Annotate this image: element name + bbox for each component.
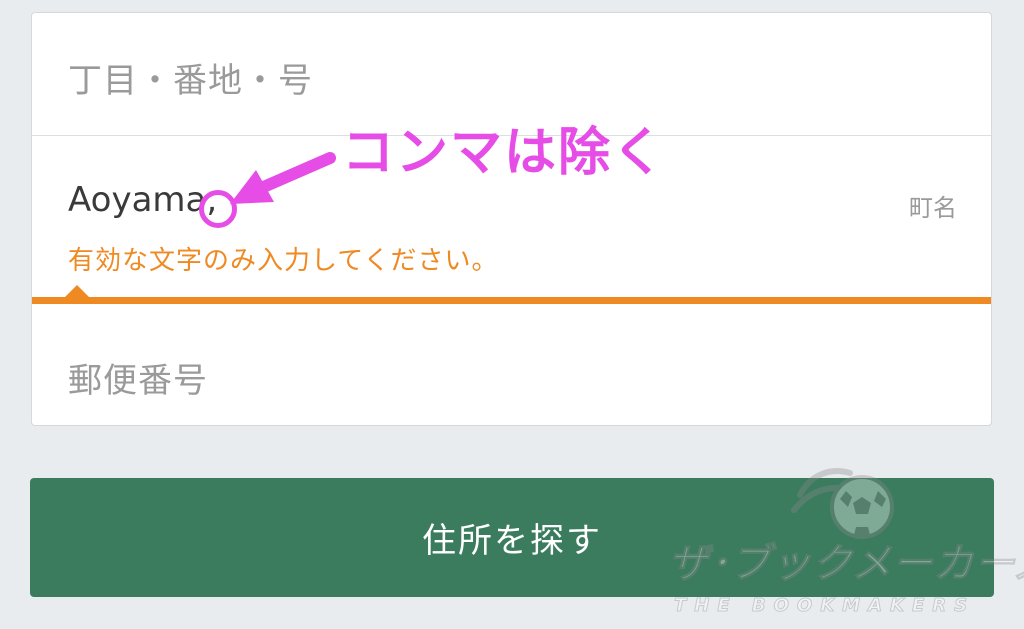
postal-code-placeholder: 郵便番号 — [68, 361, 208, 401]
annotation-note: コンマは除く — [342, 123, 667, 183]
address-form-card: 丁目・番地・号 Aoyama, 町名 有効な文字のみ入力してください。 郵便番号 — [31, 12, 992, 426]
postal-code-field[interactable]: 郵便番号 — [32, 305, 991, 425]
watermark-subtitle: THE BOOKMAKERS — [673, 595, 976, 617]
comma-highlight-circle — [199, 190, 237, 228]
watermark-title: ザ･ブックメーカーズ” — [667, 541, 1024, 588]
validation-error-message: 有効な文字のみ入力してください。 — [68, 246, 499, 276]
error-underline — [32, 297, 991, 304]
town-name-value: Aoyama, — [68, 180, 218, 220]
town-name-label: 町名 — [909, 194, 957, 222]
watermark-logo: ザ･ブックメーカーズ” THE BOOKMAKERS — [660, 435, 1024, 625]
chome-banchi-go-placeholder: 丁目・番地・号 — [68, 61, 313, 101]
